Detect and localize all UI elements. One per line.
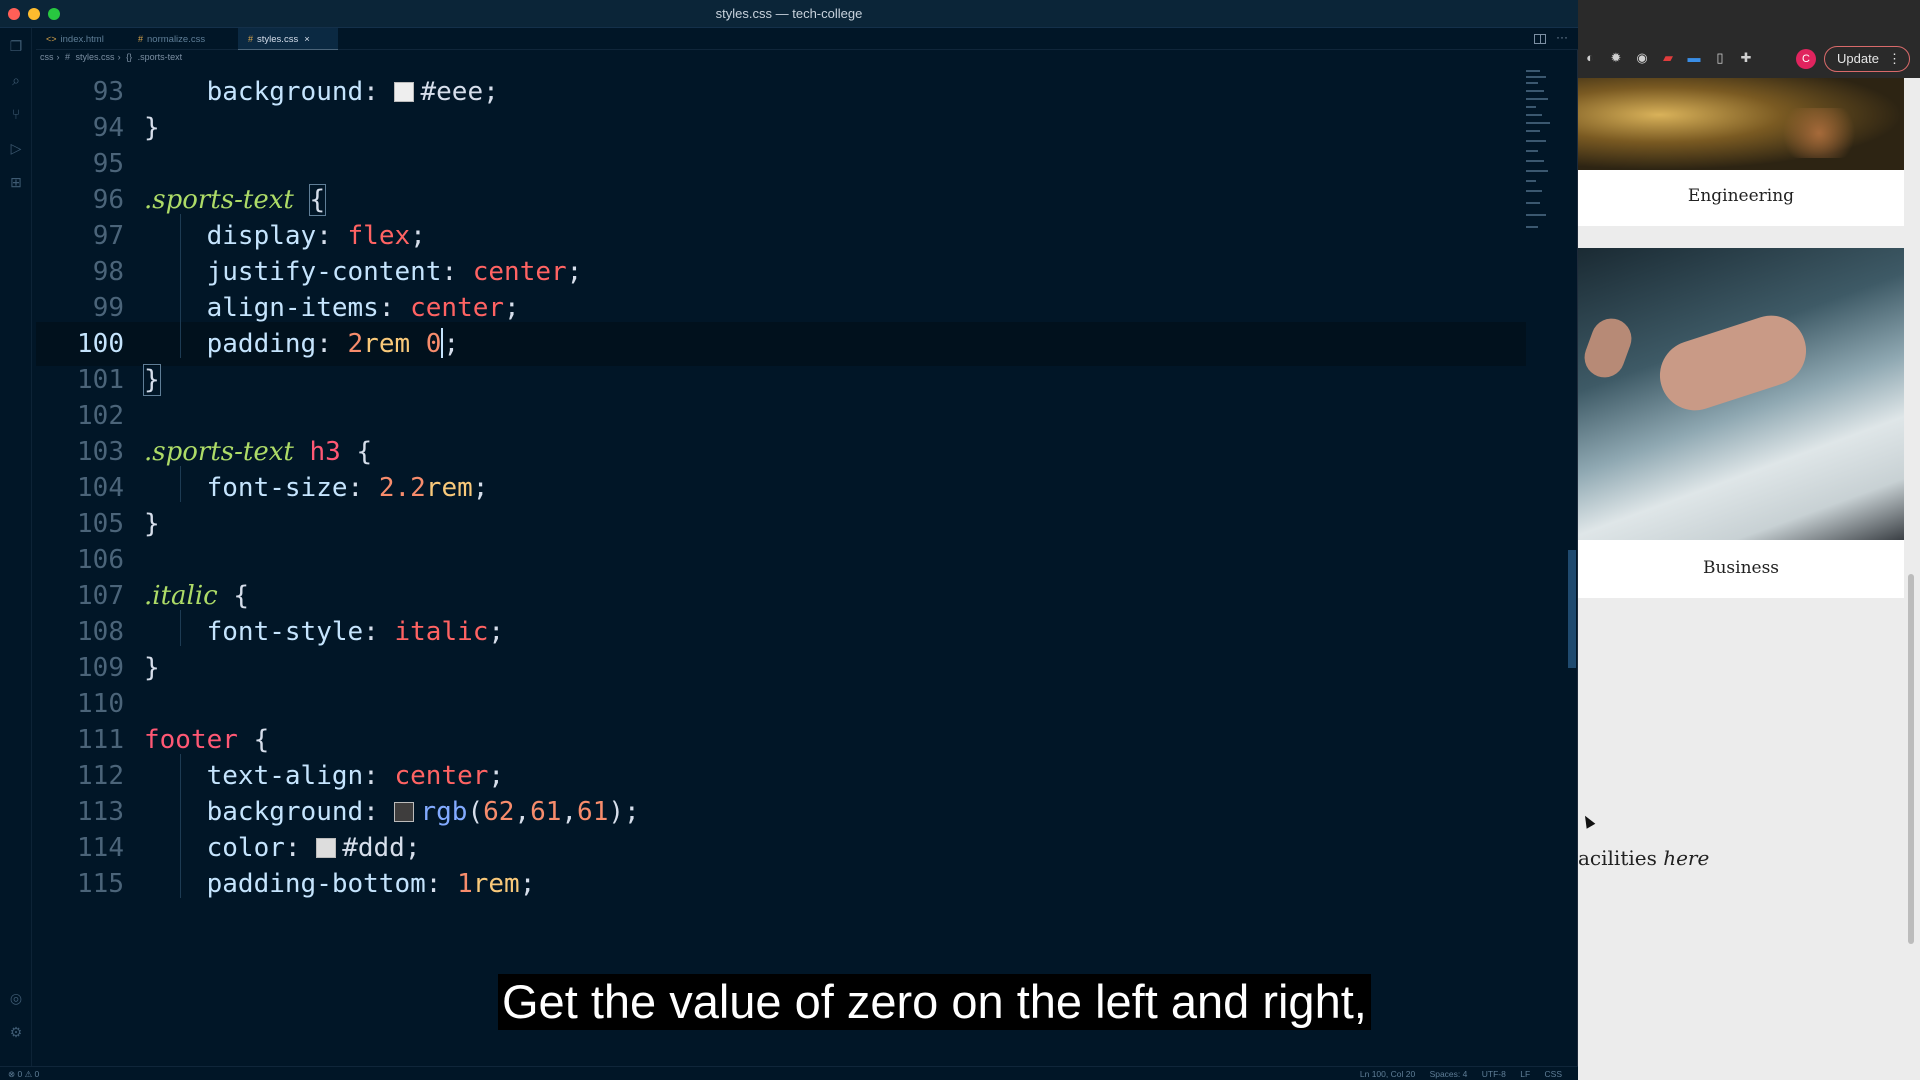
more-actions-icon[interactable]: ···	[1556, 30, 1568, 44]
color-swatch[interactable]	[394, 82, 415, 102]
extension-icon[interactable]: ▰	[1660, 50, 1676, 66]
indentation-setting[interactable]: Spaces: 4	[1430, 1069, 1468, 1079]
color-swatch[interactable]	[394, 802, 415, 822]
search-icon[interactable]: ⌕	[8, 72, 24, 88]
profile-avatar[interactable]: C	[1796, 49, 1816, 69]
indent-guide	[180, 754, 181, 898]
tab-bar: <> index.html # normalize.css # styles.css ×	[36, 28, 1578, 50]
breadcrumb: css › # styles.css › {} .sports-text	[40, 52, 183, 62]
css-file-icon: #	[65, 52, 71, 62]
minimap[interactable]	[1526, 66, 1566, 246]
breadcrumb-item[interactable]: styles.css	[76, 52, 115, 62]
eol-setting[interactable]: LF	[1520, 1069, 1530, 1079]
puzzle-extensions-icon[interactable]: ✚	[1738, 50, 1754, 66]
encoding-setting[interactable]: UTF-8	[1482, 1069, 1506, 1079]
code-area[interactable]: 93 background: #eee; 94 } 95 96 .sports-…	[36, 70, 1526, 1066]
extension-icon[interactable]: ◉	[1634, 50, 1650, 66]
tab-label: normalize.css	[147, 34, 206, 45]
problems-indicator[interactable]: ⊗ 0 ⚠ 0	[8, 1069, 39, 1080]
tab-index-html[interactable]: <> index.html	[36, 28, 128, 50]
tab-label: index.html	[60, 34, 104, 45]
account-icon[interactable]: ◎	[8, 990, 24, 1006]
title-bar: styles.css — tech-college	[0, 0, 1578, 28]
symbol-icon: {}	[126, 52, 133, 62]
video-caption: Get the value of zero on the left and ri…	[498, 974, 1371, 1030]
tab-normalize-css[interactable]: # normalize.css	[128, 28, 238, 50]
browser-toolbar: ◐ ✹ ◉ ▰ ▬ ▯ ✚ C Update ⋮	[1578, 0, 1920, 78]
run-debug-icon[interactable]: ▷	[8, 140, 24, 156]
indent-guide	[180, 214, 181, 358]
source-control-icon[interactable]: ⑂	[8, 106, 24, 122]
color-swatch[interactable]	[316, 838, 337, 858]
indent-guide	[180, 466, 181, 502]
tab-styles-css[interactable]: # styles.css ×	[238, 28, 338, 50]
engineering-image	[1578, 78, 1904, 170]
breadcrumb-item[interactable]: .sports-text	[138, 52, 183, 62]
course-card[interactable]: Business	[1578, 248, 1904, 598]
page-scrollbar[interactable]	[1908, 574, 1914, 944]
screen: styles.css — tech-college ❐ ⌕ ⑂ ▷ ⊞ ◎ ⚙ …	[0, 0, 1920, 1080]
code-editor-window: styles.css — tech-college ❐ ⌕ ⑂ ▷ ⊞ ◎ ⚙ …	[0, 0, 1578, 1080]
code-line[interactable]: 115 padding-bottom: 1rem;	[36, 862, 1526, 906]
breadcrumb-item[interactable]: css	[40, 52, 54, 62]
update-button[interactable]: Update ⋮	[1824, 46, 1910, 72]
webpage: Engineering Business acilities here	[1578, 78, 1920, 1080]
close-tab-icon[interactable]: ×	[304, 34, 310, 45]
status-bar: ⊗ 0 ⚠ 0 Ln 100, Col 20 Spaces: 4 UTF-8 L…	[0, 1066, 1578, 1080]
extensions-icon[interactable]: ⊞	[8, 174, 24, 190]
extension-icon[interactable]: ▯	[1712, 50, 1728, 66]
language-mode[interactable]: CSS	[1545, 1069, 1562, 1079]
update-label: Update	[1837, 51, 1879, 66]
extension-icon[interactable]: ✹	[1608, 50, 1624, 66]
card-title: Business	[1702, 558, 1780, 578]
html-file-icon: <>	[46, 34, 57, 44]
activity-bar: ❐ ⌕ ⑂ ▷ ⊞ ◎ ⚙	[0, 28, 32, 1068]
window-title: styles.css — tech-college	[715, 6, 863, 21]
cursor-position[interactable]: Ln 100, Col 20	[1360, 1069, 1415, 1079]
explorer-icon[interactable]: ❐	[8, 38, 24, 54]
browser-window: ◐ ✹ ◉ ▰ ▬ ▯ ✚ C Update ⋮ Engineering Busi…	[1578, 0, 1920, 1080]
css-file-icon: #	[138, 34, 144, 44]
indent-guide	[180, 610, 181, 646]
course-card[interactable]: Engineering	[1578, 78, 1904, 226]
business-image	[1578, 248, 1904, 540]
extension-icon[interactable]: ▬	[1686, 50, 1702, 66]
split-editor-icon[interactable]	[1534, 34, 1546, 44]
tab-label: styles.css	[257, 34, 299, 45]
extension-icon[interactable]: ◐	[1582, 50, 1598, 66]
css-file-icon: #	[248, 34, 254, 44]
editor-scrollbar[interactable]	[1568, 550, 1576, 668]
card-title: Engineering	[1687, 186, 1795, 206]
line-number: 115	[77, 869, 124, 899]
kebab-menu-icon[interactable]: ⋮	[1888, 47, 1901, 71]
settings-gear-icon[interactable]: ⚙	[8, 1024, 24, 1040]
facilities-text: acilities here	[1578, 846, 1710, 870]
